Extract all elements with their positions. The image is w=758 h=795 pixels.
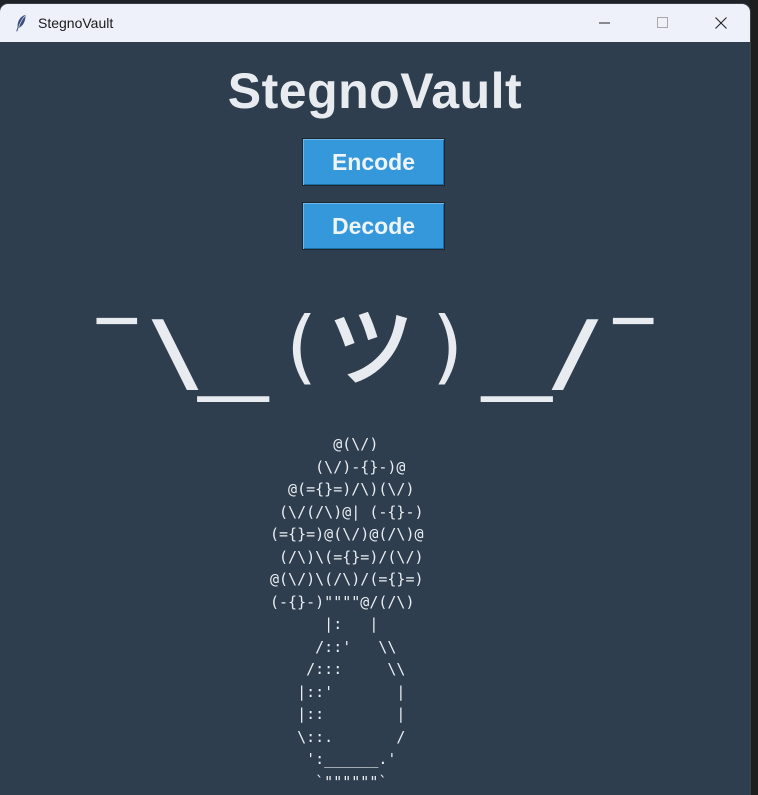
shrug-face: ツ [328,299,414,399]
ascii-line: (\/)-{}-)@ [270,457,406,476]
window-controls [576,4,750,42]
ascii-line: (\/(/\)@| (-{}-) [270,502,424,521]
ascii-line: |::' | [270,682,406,701]
ascii-line: /::' \\ [270,637,397,656]
ascii-line: \::. / [270,727,406,746]
ascii-line: |:: | [270,705,406,723]
maximize-icon[interactable] [634,4,692,42]
title-bar[interactable]: StegnoVault [0,4,750,42]
shrug-close-paren: ) [432,300,463,393]
shrug-left-arm: ¯\_ [82,303,270,402]
ascii-line: (={}=)@(\/)@(/\)@ [270,525,424,543]
ascii-line: (-{}-)""""@/(/\) [270,592,415,611]
decode-button[interactable]: Decode [302,202,445,250]
minimize-icon[interactable] [576,4,634,42]
encode-button[interactable]: Encode [302,138,445,186]
ascii-line: /::: \\ [270,660,406,678]
app-heading: StegnoVault [227,63,523,119]
shrug-right-arm: _/¯ [480,303,668,402]
app-window: StegnoVault StegnoVault Encode Decode ¯\… [0,4,750,795]
main-content: StegnoVault Encode Decode ¯\_ ( ツ ) _/¯ … [0,42,750,795]
ascii-line: |: | [270,615,379,633]
close-icon[interactable] [692,4,750,42]
ascii-line: @(={}=)/\)(\/) [270,480,415,498]
ascii-line: ':______.' [270,750,397,768]
shrug-open-paren: ( [286,300,317,393]
background-window-edge [750,0,758,795]
window-title: StegnoVault [38,15,114,31]
ascii-line: (/\)\(={}=)/(\/) [270,547,424,566]
ascii-art-flower-vase: @(\/) (\/)-{}-)@ @(={}=)/\)(\/) (\/(/\)@… [0,433,750,793]
ascii-line: `""""""` [270,772,388,791]
ascii-line: @(\/)\(/\)/(={}=) [270,570,424,588]
ascii-line: @(\/) [270,435,379,453]
shrug-emoticon: ¯\_ ( ツ ) _/¯ [82,299,668,402]
feather-icon [13,14,29,32]
